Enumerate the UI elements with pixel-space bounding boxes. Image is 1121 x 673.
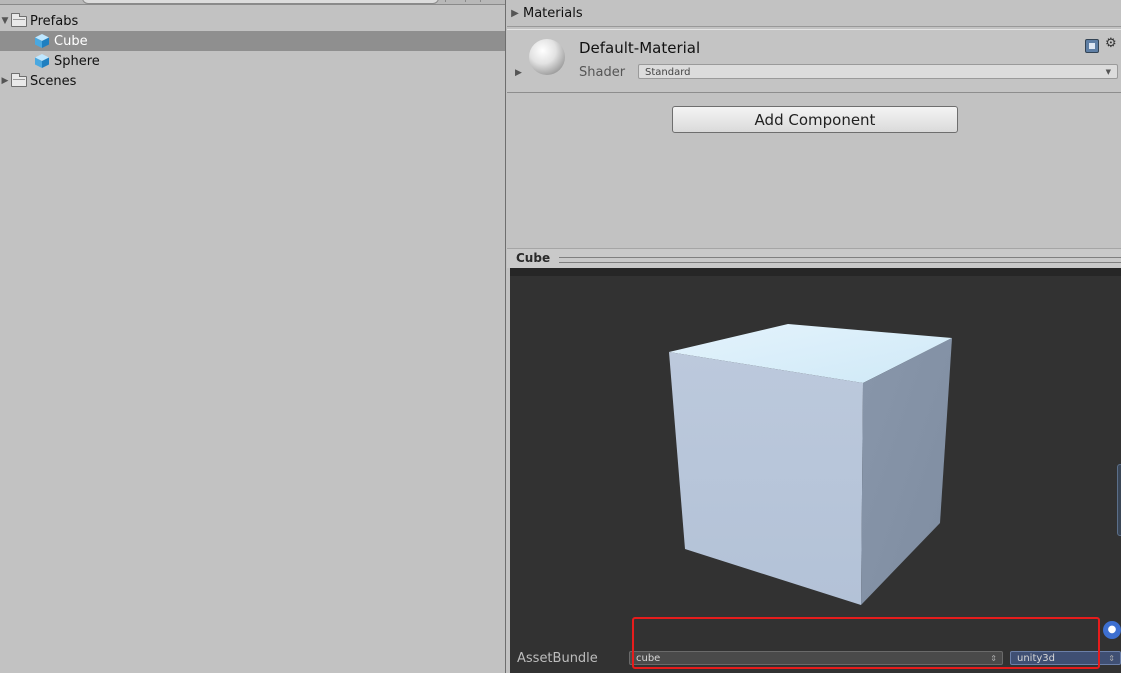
- preview-resize-handle[interactable]: [1117, 464, 1121, 536]
- preview-drag-bar[interactable]: [559, 257, 1121, 263]
- updown-arrows-icon: ⇕: [1108, 654, 1115, 663]
- project-search-field[interactable]: [82, 0, 439, 4]
- object-preview[interactable]: [510, 268, 1121, 648]
- help-book-icon[interactable]: [1085, 39, 1099, 53]
- shader-value: Standard: [645, 67, 691, 78]
- gear-icon[interactable]: ⚙: [1105, 36, 1117, 51]
- filter-by-type-button[interactable]: [445, 0, 460, 2]
- assetbundle-label: AssetBundle: [517, 651, 598, 666]
- tree-item-label: Sphere: [54, 53, 100, 69]
- material-editor: ▶ Default-Material Shader Standard ▼ ⚙: [507, 29, 1121, 93]
- assetbundle-bar: AssetBundle cube ⇕ unity3d ⇕ ●: [510, 621, 1121, 673]
- assetbundle-name-dropdown[interactable]: cube ⇕: [629, 651, 1003, 665]
- dropdown-caret-icon: ▼: [1105, 68, 1111, 76]
- expand-arrow-icon[interactable]: ▼: [0, 16, 10, 26]
- label-tag-icon[interactable]: ●: [1103, 621, 1121, 639]
- shader-label: Shader: [579, 65, 626, 80]
- tree-item-scenes[interactable]: ▶ Scenes: [0, 71, 505, 91]
- prefab-cube-icon: [35, 54, 49, 68]
- inspector-panel: ▶ Materials ▶ Default-Material Shader St…: [507, 0, 1121, 673]
- cube-preview-render: [669, 324, 952, 605]
- materials-label: Materials: [523, 5, 583, 21]
- updown-arrows-icon: ⇕: [990, 654, 997, 663]
- assetbundle-name-value: cube: [636, 653, 661, 664]
- tree-item-cube[interactable]: Cube: [0, 31, 505, 51]
- filter-by-label-button[interactable]: [465, 0, 481, 2]
- material-foldout-arrow-icon[interactable]: ▶: [515, 68, 522, 78]
- assetbundle-variant-value: unity3d: [1017, 653, 1056, 664]
- collapsed-arrow-icon[interactable]: ▶: [507, 8, 523, 19]
- materials-foldout[interactable]: ▶ Materials: [507, 0, 1121, 27]
- folder-icon: [11, 12, 27, 27]
- material-name: Default-Material: [579, 39, 701, 57]
- folder-icon: [11, 72, 27, 87]
- material-sphere-icon: [529, 39, 565, 75]
- preview-title: Cube: [516, 251, 555, 265]
- cube-side-face: [861, 338, 952, 605]
- tree-item-label: Cube: [54, 33, 88, 49]
- tree-item-label: Prefabs: [30, 13, 79, 29]
- collapsed-arrow-icon[interactable]: ▶: [0, 76, 10, 86]
- tree-item-prefabs[interactable]: ▼ Prefabs: [0, 11, 505, 31]
- preview-header[interactable]: Cube: [507, 248, 1121, 268]
- project-toolbar: [0, 0, 505, 5]
- tree-item-label: Scenes: [30, 73, 77, 89]
- project-panel: ▼ Prefabs Cube Sphere ▶ Scenes: [0, 0, 506, 673]
- cube-front-face: [669, 352, 863, 605]
- tree-item-sphere[interactable]: Sphere: [0, 51, 505, 71]
- add-component-button[interactable]: Add Component: [672, 106, 958, 133]
- shader-dropdown[interactable]: Standard ▼: [638, 64, 1118, 79]
- prefab-cube-icon: [35, 34, 49, 48]
- assetbundle-variant-dropdown[interactable]: unity3d ⇕: [1010, 651, 1121, 665]
